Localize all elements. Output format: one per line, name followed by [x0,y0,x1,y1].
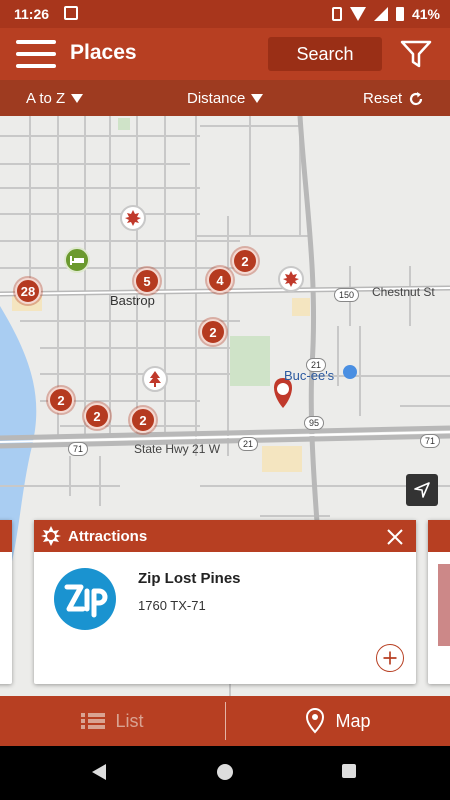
menu-icon[interactable] [16,40,56,68]
photo-notification-icon [64,6,78,20]
reset-button[interactable]: Reset [363,90,424,107]
map-cluster[interactable]: 28 [15,278,41,304]
road-shield: 150 [334,288,360,302]
recents-icon[interactable] [341,763,357,779]
place-name[interactable]: Zip Lost Pines [138,570,241,587]
road-shield: 21 [238,437,259,451]
sort-bar: A to Z Distance Reset [0,80,450,116]
status-bar: 11:26 41% [0,0,450,28]
road-shield: 95 [304,416,325,430]
filter-icon[interactable] [398,38,434,70]
home-icon[interactable] [216,763,234,781]
card-header [428,520,450,552]
map-cluster[interactable]: 5 [134,268,160,294]
locate-me-button[interactable] [406,474,438,506]
bottom-tab-bar: List Map [0,696,450,746]
map-view[interactable]: Bastrop Chestnut St State Hwy 21 W Buc-e… [0,116,450,696]
town-label: Bastrop [110,293,155,308]
sort-az-label: A to Z [26,90,66,107]
lodging-marker[interactable] [64,247,90,273]
back-icon[interactable] [90,763,108,781]
highway-label: State Hwy 21 W [134,442,221,456]
road-shield: 71 [420,434,441,448]
road-shield: 21 [306,358,327,372]
navigation-arrow-icon [414,482,430,498]
place-card[interactable]: Attractions Zip Lost Pines 1760 TX-71 [34,520,416,684]
card-category: Attractions [68,527,148,545]
place-card-next[interactable] [428,520,450,684]
map-cluster[interactable]: 4 [207,267,233,293]
map-cluster[interactable]: 2 [232,248,258,274]
attraction-icon [283,271,299,287]
list-icon [81,713,106,729]
add-icon[interactable] [376,644,404,672]
tab-list[interactable]: List [0,696,225,746]
reset-label: Reset [363,90,403,107]
vibrate-icon [331,7,342,21]
street-label: Chestnut St [372,285,435,299]
sort-distance-button[interactable]: Distance [187,90,264,107]
app-bar: Places Search [0,28,450,80]
system-nav-bar [0,746,450,800]
status-time: 11:26 [14,6,50,22]
attraction-badge-icon [41,526,61,546]
battery-icon [395,7,404,21]
search-button[interactable]: Search [268,37,382,71]
outdoor-marker[interactable] [142,366,168,392]
road-shield: 71 [68,442,89,456]
place-photo [438,564,450,646]
map-cluster[interactable]: 2 [200,319,226,345]
attraction-marker[interactable] [120,205,146,231]
battery-percent: 41% [411,6,440,22]
page-title: Places [70,41,137,64]
card-header: Attractions [34,520,416,552]
map-cluster[interactable]: 2 [48,387,74,413]
close-icon[interactable] [386,528,404,546]
tree-icon [149,371,161,387]
cell-signal-icon [373,7,388,21]
place-card-previous[interactable] [0,520,12,684]
chevron-down-icon [251,94,264,103]
bed-icon [70,256,84,265]
tab-list-label: List [115,710,144,731]
card-header [0,520,12,552]
map-pin-icon [306,708,325,734]
refresh-icon [410,91,423,105]
sort-az-button[interactable]: A to Z [26,90,84,107]
attraction-marker[interactable] [278,266,304,292]
tab-map-label: Map [335,710,371,731]
place-address: 1760 TX-71 [138,598,206,613]
tab-map[interactable]: Map [226,696,450,746]
sort-distance-label: Distance [187,90,246,107]
map-cluster[interactable]: 2 [84,403,110,429]
attraction-icon [125,210,141,226]
map-cluster[interactable]: 2 [130,407,156,433]
chevron-down-icon [71,94,84,103]
status-icons: 41% [331,6,440,22]
zip-logo [54,568,116,630]
wifi-icon [349,7,366,21]
